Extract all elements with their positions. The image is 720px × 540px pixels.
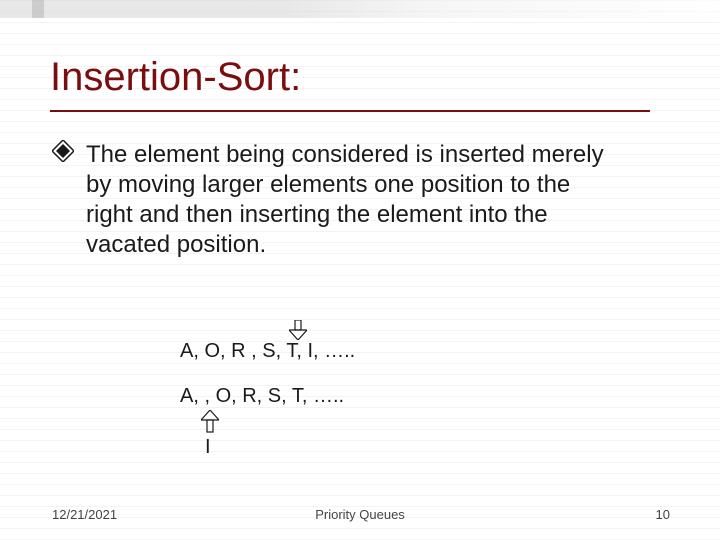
down-arrow-icon [289, 320, 307, 340]
up-arrow-icon [201, 410, 219, 434]
title-underline [50, 110, 650, 112]
body-paragraph: The element being considered is inserted… [86, 140, 616, 260]
footer-page-number: 10 [656, 507, 670, 522]
footer-title: Priority Queues [0, 507, 720, 522]
top-gradient-bar [0, 0, 720, 18]
sequence-before: A, O, R , S, T, I, ….. [180, 340, 355, 363]
decorative-strip [32, 0, 44, 18]
slide: Insertion-Sort: The element being consid… [0, 0, 720, 540]
moving-element-label: I [205, 436, 211, 459]
slide-title: Insertion-Sort: [50, 55, 301, 100]
diamond-bullet-icon [52, 140, 74, 162]
sequence-after: A, , O, R, S, T, ….. [180, 385, 344, 408]
